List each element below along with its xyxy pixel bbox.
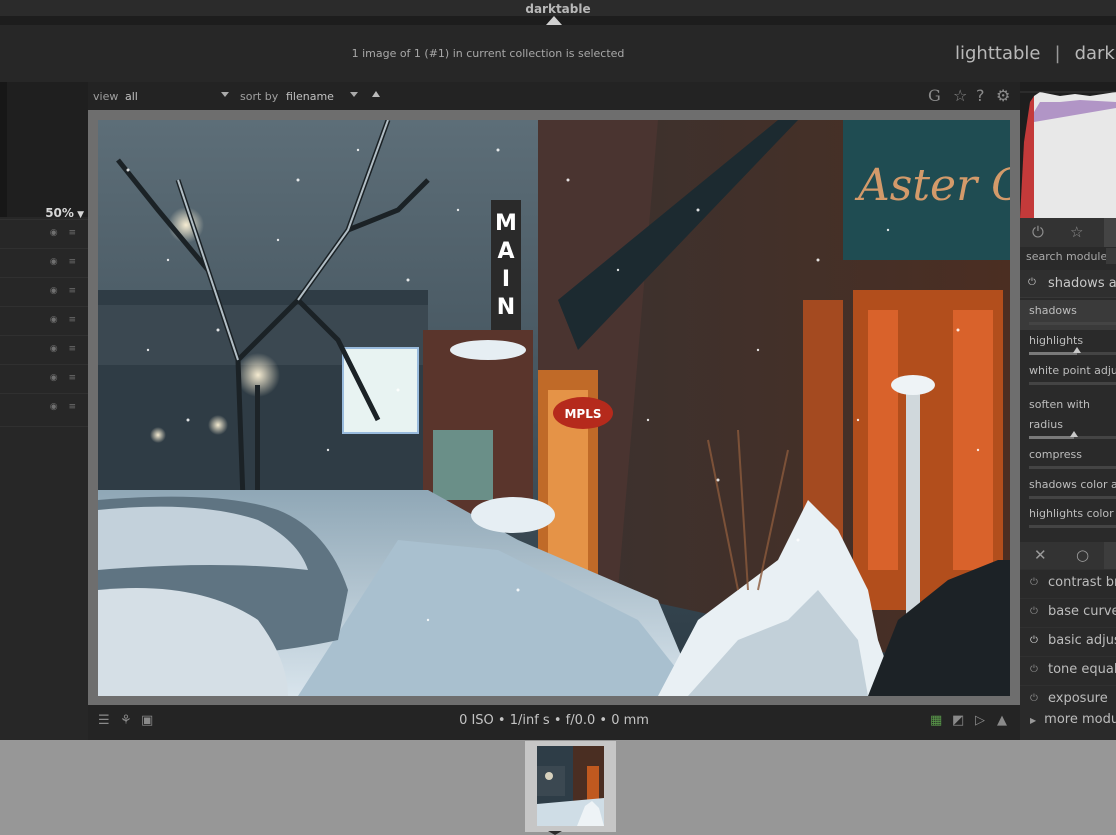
gear-icon[interactable]: ⚙ — [996, 86, 1010, 105]
power-icon[interactable]: ⏻ — [1030, 577, 1038, 588]
search-label: search module — [1026, 250, 1108, 263]
slider-label: shadows color adjustment — [1029, 478, 1116, 491]
slider-shadows-color[interactable]: shadows color adjustment — [1020, 474, 1116, 504]
slider-knob-icon[interactable] — [1070, 431, 1078, 437]
sort-label: sort by — [240, 90, 279, 103]
slider-compress[interactable]: compress — [1020, 444, 1116, 474]
slider-white-point[interactable]: white point adjustment — [1020, 360, 1116, 390]
history-divider — [0, 426, 88, 455]
history-item[interactable]: ◉ ≡ — [0, 248, 88, 277]
color-icon[interactable]: ▦ — [930, 713, 942, 728]
history-item[interactable]: ◉ ≡ — [0, 393, 88, 422]
histogram[interactable] — [1020, 82, 1116, 218]
header: 1 image of 1 (#1) in current collection … — [0, 25, 1116, 82]
module-item[interactable]: ⏻ tone equalizer — [1020, 656, 1116, 685]
view-lighttable[interactable]: lighttable — [955, 43, 1040, 64]
image-frame: Aster Cafe M A I N MPLS — [88, 110, 1020, 705]
power-icon[interactable]: ⏻ — [1030, 693, 1038, 704]
history-item[interactable]: ◉ ≡ — [0, 364, 88, 393]
mpls-sign-text: MPLS — [564, 407, 601, 421]
filmstrip — [0, 740, 1116, 835]
power-icon[interactable]: ⏻ — [1030, 635, 1038, 646]
module-item[interactable]: ⏻ contrast brightness saturation — [1020, 569, 1116, 598]
center-toolbar: view all sort by filename G ☆ ? ⚙ — [88, 82, 1020, 110]
main-sign-letter: M — [495, 211, 517, 236]
chevron-down-icon[interactable] — [350, 92, 358, 97]
module-item[interactable]: ⏻ exposure — [1020, 685, 1116, 707]
star-icon[interactable]: ☆ — [953, 86, 967, 105]
slider-label: radius — [1029, 418, 1064, 431]
selection-status: 1 image of 1 (#1) in current collection … — [351, 47, 625, 60]
slider-highlights-color[interactable]: highlights color adjustment — [1020, 503, 1116, 533]
collapse-top-arrow-icon[interactable] — [546, 16, 562, 25]
more-modules-button[interactable]: ▶more modules — [1030, 712, 1116, 727]
history-item[interactable]: ◉ ≡ — [0, 277, 88, 306]
slider-label: compress — [1029, 448, 1082, 461]
history-item[interactable]: ◉ ≡ — [0, 335, 88, 364]
sort-select[interactable]: filename — [286, 90, 334, 103]
right-panel: ⏻ ☆ search module ⏻ shadows and highligh… — [1020, 82, 1116, 740]
star-icon[interactable]: ☆ — [1070, 223, 1083, 241]
view-darkroom[interactable]: darkroom — [1075, 43, 1116, 64]
slider-highlights[interactable]: highlights — [1020, 330, 1116, 360]
history-item[interactable]: ◉ ≡ — [0, 219, 88, 248]
power-icon[interactable]: ⏻ — [1030, 606, 1038, 617]
filmstrip-thumbnail[interactable] — [525, 741, 616, 832]
slider-label: highlights color adjustment — [1029, 507, 1116, 520]
module-tabs: ⏻ ☆ — [1020, 218, 1116, 247]
top-panel-strip: darktable — [0, 0, 1116, 25]
slider-label: white point adjustment — [1029, 364, 1116, 377]
grouping-icon[interactable]: G — [928, 86, 941, 105]
svg-text:N: N — [497, 295, 515, 320]
exif-info: 0 ISO • 1/inf s • f/0.0 • 0 mm — [459, 713, 649, 728]
bottom-info-bar: ☰ ⚘ ▣ 0 ISO • 1/inf s • f/0.0 • 0 mm ▦ ◩… — [88, 705, 1020, 740]
soften-with-label[interactable]: soften with — [1029, 398, 1090, 411]
search-input[interactable] — [1106, 248, 1116, 264]
circle-icon[interactable]: ○ — [1076, 546, 1089, 564]
triangle-right-icon: ▶ — [1030, 716, 1037, 725]
help-icon[interactable]: ? — [976, 86, 985, 105]
view-label: view — [93, 90, 119, 103]
tab-active[interactable] — [1104, 218, 1116, 247]
warning-icon[interactable]: ▲ — [997, 713, 1007, 728]
cafe-sign-text: Aster Cafe — [854, 160, 1010, 211]
power-icon[interactable]: ⏻ — [1032, 223, 1044, 241]
winter-street-photo: Aster Cafe M A I N MPLS — [98, 120, 1010, 696]
navigation-preview[interactable] — [0, 82, 88, 217]
history-item[interactable]: ◉ ≡ — [0, 306, 88, 335]
thumbnail-image — [537, 746, 604, 826]
power-icon[interactable]: ⏻ — [1030, 664, 1038, 675]
module-name: shadows and highlights — [1048, 276, 1116, 291]
app-title: darktable — [525, 2, 591, 16]
slider-shadows[interactable]: shadows — [1020, 300, 1116, 330]
module-header[interactable]: ⏻ shadows and highlights — [1020, 270, 1116, 298]
view-select[interactable]: all — [125, 90, 138, 103]
softproof-icon[interactable]: ◩ — [952, 713, 964, 728]
zoom-level[interactable]: 50% ▼ — [45, 206, 84, 220]
view-separator: | — [1054, 43, 1061, 64]
sort-order-icon[interactable] — [372, 91, 380, 97]
module-item[interactable]: ⏻ basic adjustments — [1020, 627, 1116, 656]
slider-radius[interactable]: radius — [1020, 414, 1116, 444]
chevron-down-icon[interactable] — [221, 92, 229, 97]
power-icon[interactable]: ⏻ — [1028, 277, 1036, 288]
view-switcher: lighttable | darkroom — [955, 43, 1116, 64]
close-icon[interactable]: ✕ — [1034, 546, 1047, 564]
slider-label: shadows — [1029, 304, 1077, 317]
svg-text:A: A — [497, 239, 514, 264]
tab-active[interactable] — [1104, 542, 1116, 570]
slider-label: highlights — [1029, 334, 1084, 347]
svg-text:I: I — [502, 267, 510, 292]
left-panel: 50% ▼ ◉ ≡ ◉ ≡ ◉ ≡ ◉ ≡ ◉ ≡ ◉ ≡ ◉ ≡ — [0, 82, 88, 740]
module-group-tabs: ✕ ○ — [1020, 542, 1116, 570]
slider-knob-icon[interactable] — [1073, 347, 1081, 353]
collapse-filmstrip-arrow-icon[interactable] — [548, 831, 562, 835]
center-image[interactable]: Aster Cafe M A I N MPLS — [98, 120, 1010, 696]
module-item[interactable]: ⏻ base curve — [1020, 598, 1116, 627]
gamut-icon[interactable]: ▷ — [975, 713, 985, 728]
